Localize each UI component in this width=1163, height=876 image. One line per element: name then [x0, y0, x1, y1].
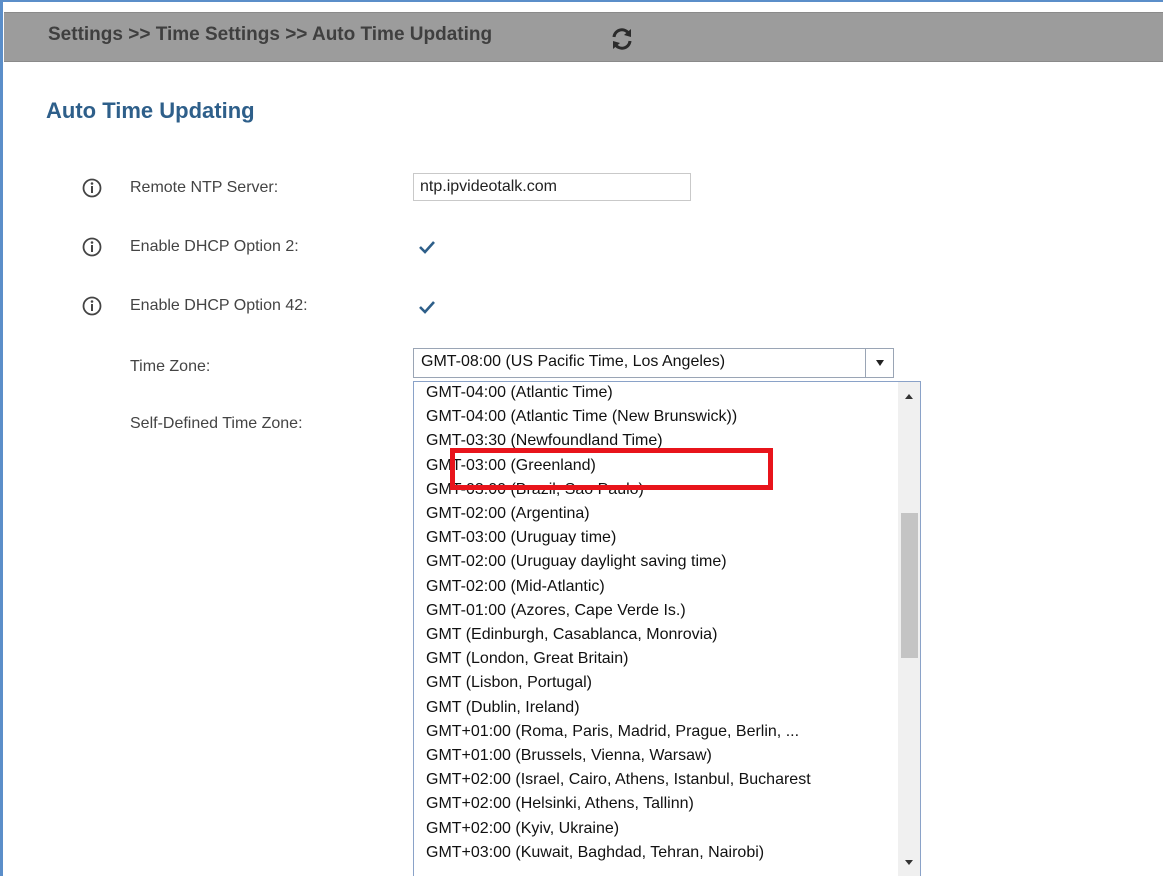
time-zone-option[interactable]: GMT-04:00 (Atlantic Time): [426, 384, 896, 402]
dropdown-scrollbar[interactable]: [898, 382, 920, 876]
chevron-down-icon[interactable]: [865, 349, 893, 377]
time-zone-option[interactable]: GMT (Lisbon, Portugal): [426, 674, 896, 692]
time-zone-option[interactable]: GMT+01:00 (Brussels, Vienna, Warsaw): [426, 747, 896, 765]
self-defined-time-zone-label: Self-Defined Time Zone:: [130, 415, 303, 432]
dhcp-option-42-checkbox[interactable]: [416, 296, 438, 318]
time-zone-dropdown-list[interactable]: GMT-04:00 (Atlantic Time) GMT-04:00 (Atla…: [413, 381, 921, 876]
time-zone-option[interactable]: GMT-01:00 (Azores, Cape Verde Is.): [426, 602, 896, 620]
page-title: Auto Time Updating: [46, 98, 255, 123]
dhcp-option-2-checkbox[interactable]: [416, 236, 438, 258]
info-icon[interactable]: [81, 177, 103, 199]
ntp-server-label: Remote NTP Server:: [130, 179, 279, 196]
dhcp-option-2-label: Enable DHCP Option 2:: [130, 238, 299, 255]
dhcp-option-42-label: Enable DHCP Option 42:: [130, 297, 308, 314]
info-icon[interactable]: [81, 295, 103, 317]
time-zone-option[interactable]: GMT (Dublin, Ireland): [426, 699, 896, 717]
time-zone-option[interactable]: GMT-02:00 (Argentina): [426, 505, 896, 523]
info-icon[interactable]: [81, 236, 103, 258]
time-zone-option[interactable]: GMT+02:00 (Israel, Cairo, Athens, Istanb…: [426, 771, 896, 789]
time-zone-option[interactable]: GMT-03:00 (Brazil, Sao Paulo): [426, 481, 896, 499]
time-zone-option[interactable]: GMT-04:00 (Atlantic Time (New Brunswick)…: [426, 408, 896, 426]
time-zone-option[interactable]: GMT+03:00 (Kuwait, Baghdad, Tehran, Nair…: [426, 844, 896, 862]
time-zone-option[interactable]: GMT-03:00 (Uruguay time): [426, 529, 896, 547]
breadcrumb: Settings >> Time Settings >> Auto Time U…: [48, 24, 493, 45]
time-zone-option[interactable]: GMT (Edinburgh, Casablanca, Monrovia): [426, 626, 896, 644]
time-zone-select[interactable]: GMT-08:00 (US Pacific Time, Los Angeles): [413, 348, 894, 378]
time-zone-option[interactable]: GMT+01:00 (Roma, Paris, Madrid, Prague, …: [426, 723, 896, 741]
time-zone-option[interactable]: GMT+02:00 (Kyiv, Ukraine): [426, 820, 896, 838]
ntp-server-input[interactable]: [413, 173, 691, 201]
top-accent-line: [0, 0, 1163, 2]
time-zone-option[interactable]: GMT (London, Great Britain): [426, 650, 896, 668]
refresh-icon[interactable]: [608, 25, 636, 53]
time-zone-option[interactable]: GMT+02:00 (Helsinki, Athens, Tallinn): [426, 795, 896, 813]
time-zone-selected-value: GMT-08:00 (US Pacific Time, Los Angeles): [421, 353, 726, 370]
time-zone-option[interactable]: GMT-03:30 (Newfoundland Time): [426, 432, 896, 450]
time-zone-option[interactable]: GMT-02:00 (Uruguay daylight saving time): [426, 553, 896, 571]
time-zone-option[interactable]: GMT-03:00 (Greenland): [426, 457, 896, 475]
scroll-down-icon[interactable]: [898, 852, 920, 872]
time-zone-option[interactable]: GMT-02:00 (Mid-Atlantic): [426, 578, 896, 596]
scrollbar-thumb[interactable]: [901, 513, 918, 658]
scroll-up-icon[interactable]: [898, 386, 920, 406]
time-zone-label: Time Zone:: [130, 358, 211, 375]
header-bar: Settings >> Time Settings >> Auto Time U…: [4, 12, 1163, 62]
